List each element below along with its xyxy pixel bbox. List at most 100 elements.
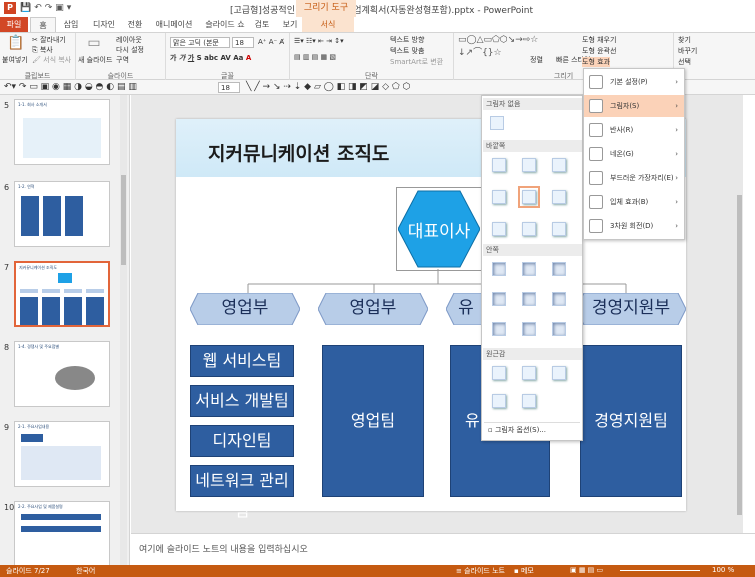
list-buttons[interactable]: ☰▾ ☷▾ ⇤ ⇥ ↕▾ xyxy=(294,37,344,45)
shadow-inner-option[interactable] xyxy=(552,262,566,276)
canvas-scrollbar[interactable] xyxy=(736,95,743,533)
font-size-buttons[interactable]: A⁺ A⁻ A̸ xyxy=(258,38,284,46)
zoom-slider[interactable] xyxy=(620,570,700,571)
new-slide-icon[interactable]: ▭ xyxy=(82,35,106,57)
arrange-button[interactable]: 정렬 xyxy=(530,55,543,65)
quick-shape-tools[interactable]: ╲ ╱ → ↘ ⇢ ⇣ ◆ ▱ ◯ ◧ ◨ ◩ ◪ ◇ ⬠ ⬡ xyxy=(246,82,410,92)
thumb-number: 7 xyxy=(4,263,10,272)
shadow-inner-option[interactable] xyxy=(522,322,536,336)
slide-thumbnail[interactable]: 1-4. 경쟁사 및 주요점별 xyxy=(14,341,110,407)
select-button[interactable]: 선택 xyxy=(678,57,691,67)
shadow-outer-option[interactable] xyxy=(522,158,536,172)
team-box[interactable]: 서비스 개발팀 xyxy=(190,385,294,417)
shadow-inner-option[interactable] xyxy=(552,322,566,336)
tab-home[interactable]: 홈 xyxy=(30,17,56,32)
tab-view[interactable]: 보기 xyxy=(278,17,302,32)
tab-animations[interactable]: 애니메이션 xyxy=(152,17,196,32)
shadow-inner-option[interactable] xyxy=(492,322,506,336)
shadow-outer-option[interactable] xyxy=(492,222,506,236)
new-slide-button[interactable]: 새 슬라이드 xyxy=(78,55,112,65)
shadow-inner-option[interactable] xyxy=(492,292,506,306)
smartart-button[interactable]: SmartArt로 변환 xyxy=(390,57,443,67)
team-box[interactable]: 네트워크 관리팀 xyxy=(190,465,294,520)
section-button[interactable]: 구역 xyxy=(116,55,129,65)
font-size-select[interactable]: 18 xyxy=(232,37,254,48)
tab-file[interactable]: 파일 xyxy=(0,17,28,32)
shadow-options-link[interactable]: ▫ 그림자 옵션(S)... xyxy=(484,422,580,436)
gallery-heading-outer: 바깥쪽 xyxy=(483,140,582,152)
shadow-inner-option[interactable] xyxy=(492,262,506,276)
shadow-perspective-option[interactable] xyxy=(492,366,506,380)
brush-icon: 🖌 xyxy=(32,56,41,64)
menu-item-reflection[interactable]: 반사(R) › xyxy=(584,119,684,141)
shadow-perspective-option[interactable] xyxy=(492,394,506,408)
copy-button[interactable]: ⎘ 복사 xyxy=(32,45,53,55)
font-name-select[interactable]: 맑은 고딕 (본문 xyxy=(170,37,230,48)
gallery-heading-none: 그림자 없음 xyxy=(483,98,582,110)
shadow-outer-option[interactable] xyxy=(492,158,506,172)
shapes-gallery[interactable]: ▭◯△▭⬠⬡↘→⇨☆ ↓↗⌒{}☆ xyxy=(458,35,538,58)
paste-icon[interactable]: 📋 xyxy=(4,35,28,57)
menu-item-preset[interactable]: 기본 설정(P) › xyxy=(584,71,684,93)
shadow-perspective-option[interactable] xyxy=(522,394,536,408)
font-size-quick[interactable]: 18 xyxy=(218,82,240,93)
tab-transitions[interactable]: 전환 xyxy=(122,17,148,32)
quick-access-toolbar[interactable]: 💾↶↷▣▾ xyxy=(20,3,74,13)
notes-pane[interactable]: 여기에 슬라이드 노트의 내용을 입력하십시오 xyxy=(131,533,755,563)
paste-button[interactable]: 붙여넣기 xyxy=(2,55,28,65)
shadow-outer-option[interactable] xyxy=(522,222,536,236)
shadow-inner-option[interactable] xyxy=(552,292,566,306)
menu-item-bevel[interactable]: 입체 효과(B) › xyxy=(584,191,684,213)
slide-thumbnail-selected[interactable]: 지커뮤니케이션 조직도 xyxy=(14,261,110,327)
shadow-outer-option[interactable] xyxy=(552,190,566,204)
tab-slideshow[interactable]: 슬라이드 쇼 xyxy=(202,17,248,32)
shadow-outer-option[interactable] xyxy=(552,158,566,172)
shadow-outer-option[interactable] xyxy=(492,190,506,204)
cut-button[interactable]: ✂ 잘라내기 xyxy=(32,35,66,45)
shadow-outer-option-selected[interactable] xyxy=(518,186,540,208)
shadow-inner-option[interactable] xyxy=(522,262,536,276)
slide-thumbnail[interactable]: 2-2. 주요사업 및 제품설명 xyxy=(14,501,110,565)
text-direction-button[interactable]: 텍스트 방향 xyxy=(390,35,424,45)
team-box[interactable]: 디자인팀 xyxy=(190,425,294,457)
zoom-level[interactable]: 100 % xyxy=(712,566,734,574)
tab-design[interactable]: 디자인 xyxy=(88,17,120,32)
tab-review[interactable]: 검토 xyxy=(250,17,274,32)
find-button[interactable]: 찾기 xyxy=(678,35,691,45)
undo-redo-buttons[interactable]: ↶▾ ↷ ▭ ▣ ◉ ▦ ◑ ◒ ◓ ◐ ▤ ▥ xyxy=(4,82,137,92)
slide-thumbnail-pane: 5 1-1. 회사 소개서 6 1-2. 연혁 7 지커뮤니케이션 조직도 8 … xyxy=(0,95,130,565)
view-buttons[interactable]: ▣ ▦ ▤ ▭ xyxy=(570,566,603,574)
shadow-outer-option[interactable] xyxy=(552,222,566,236)
replace-button[interactable]: 바꾸기 xyxy=(678,46,697,56)
shadow-none-option[interactable] xyxy=(490,116,504,130)
tab-insert[interactable]: 삽입 xyxy=(58,17,84,32)
slide-thumbnail[interactable]: 1-1. 회사 소개서 xyxy=(14,99,110,165)
thumb-number: 8 xyxy=(4,343,10,352)
team-box[interactable]: 웹 서비스팀 xyxy=(190,345,294,377)
reset-button[interactable]: 다시 설정 xyxy=(116,45,144,55)
tab-format[interactable]: 서식 xyxy=(302,17,354,32)
font-format-buttons[interactable]: 가 가 가 S abc AV Aa A xyxy=(170,53,251,63)
notes-toggle-button[interactable]: ≡ 슬라이드 노트 xyxy=(456,566,505,576)
shape-fill-button[interactable]: 도형 채우기 xyxy=(582,35,616,45)
menu-item-soft-edges[interactable]: 부드러운 가장자리(E) › xyxy=(584,167,684,189)
align-text-button[interactable]: 텍스트 맞춤 xyxy=(390,46,424,56)
menu-item-shadow[interactable]: 그림자(S) › xyxy=(584,95,684,117)
team-box[interactable]: 영업팀 xyxy=(322,345,424,497)
menu-item-glow[interactable]: 네온(G) › xyxy=(584,143,684,165)
layout-button[interactable]: 레이아웃 xyxy=(116,35,142,45)
align-buttons[interactable]: ▤ ▥ ▤ ▦ ▧ xyxy=(294,53,336,61)
shadow-perspective-option[interactable] xyxy=(522,366,536,380)
comments-button[interactable]: ▪ 메모 xyxy=(514,566,534,576)
slide-thumbnail[interactable]: 1-2. 연혁 xyxy=(14,181,110,247)
shadow-perspective-option[interactable] xyxy=(552,366,566,380)
shadow-inner-option[interactable] xyxy=(522,292,536,306)
language-indicator[interactable]: 한국어 xyxy=(76,566,95,576)
thumbnail-scrollbar[interactable] xyxy=(120,95,127,565)
shape-outline-button[interactable]: 도형 윤곽선 xyxy=(582,46,616,56)
menu-item-3d-rotation[interactable]: 3차원 회전(D) › xyxy=(584,215,684,237)
slide-thumbnail[interactable]: 2-1. 주요사업내용 xyxy=(14,421,110,487)
team-box[interactable]: 경영지원팀 xyxy=(580,345,682,497)
format-painter-button[interactable]: 🖌 서식 복사 xyxy=(32,55,71,65)
shape-effects-button[interactable]: 도형 효과 xyxy=(582,57,610,67)
